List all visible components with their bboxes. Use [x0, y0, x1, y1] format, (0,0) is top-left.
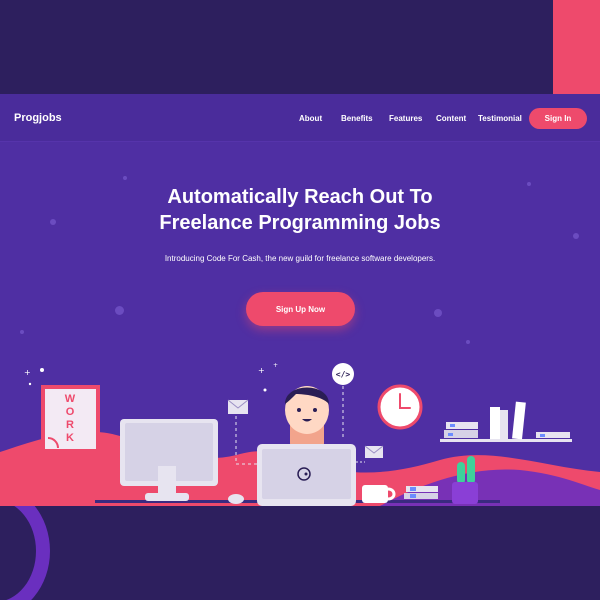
workspace-illustration: W O R K + + + </> [0, 362, 600, 506]
clock-icon [377, 384, 423, 430]
poster-letter: W [65, 393, 76, 405]
developer-avatar [285, 386, 329, 449]
book-stack-icon [444, 422, 478, 438]
mouse-icon [228, 494, 244, 504]
envelope-icon [364, 445, 384, 458]
poster-letter: O [66, 406, 75, 418]
svg-text:+: + [273, 362, 278, 369]
upright-books-icon [490, 401, 526, 440]
envelope-icon [227, 399, 249, 414]
bottom-band [0, 506, 600, 600]
svg-text:+: + [24, 368, 31, 377]
shelf [440, 439, 572, 442]
decor-ring [0, 506, 50, 600]
laptop-icon [257, 444, 356, 506]
svg-text:+: + [258, 366, 265, 375]
poster-letter: K [66, 432, 74, 444]
landing-page: Progjobs About Benefits Features Content… [0, 94, 600, 506]
code-bubble-text: </> [336, 370, 351, 379]
book-stack-icon [536, 432, 570, 438]
corner-accent [553, 0, 600, 94]
poster-letter: R [66, 419, 74, 431]
top-band [0, 0, 600, 94]
